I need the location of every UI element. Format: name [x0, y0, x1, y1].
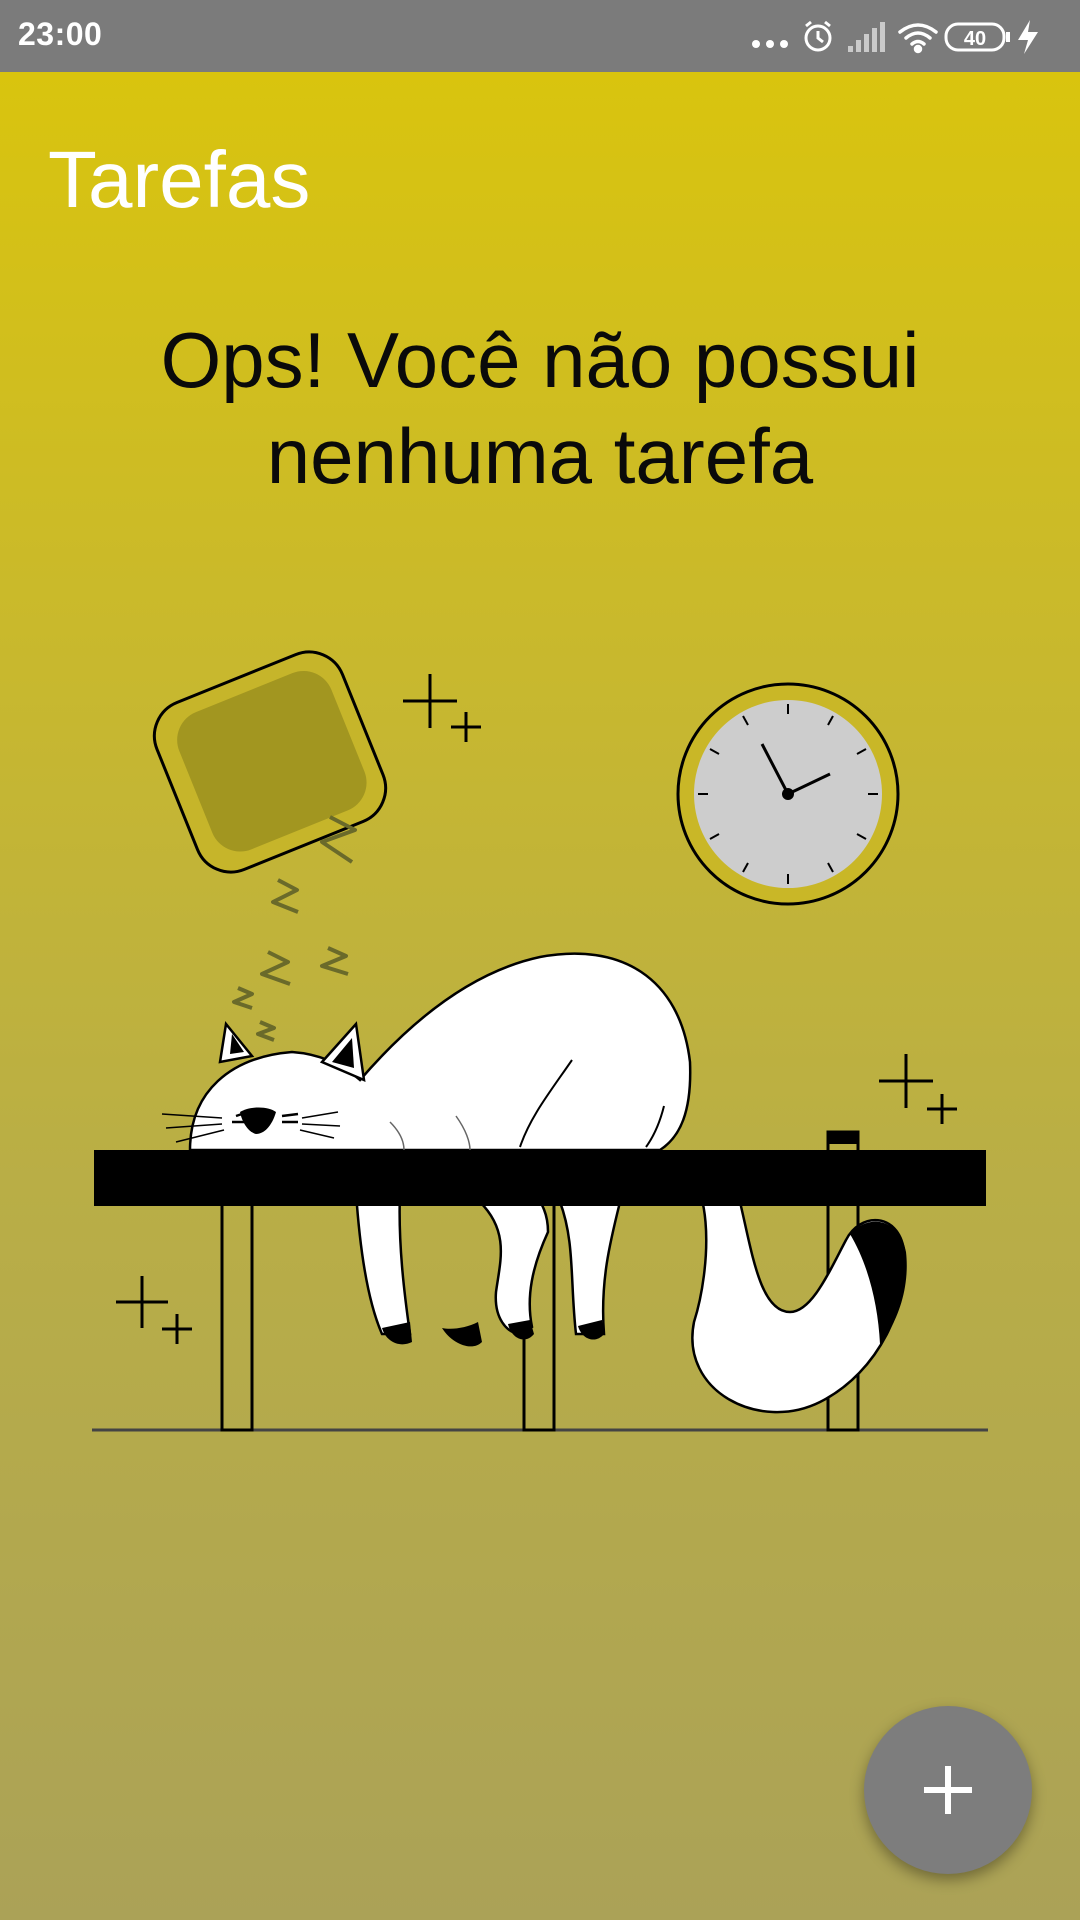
- plus-icon: [924, 1766, 972, 1814]
- clock-icon: [676, 682, 900, 906]
- charging-icon: [1018, 20, 1038, 54]
- sleeping-cat-illustration: [92, 650, 988, 1432]
- status-bar: 23:00 40: [0, 0, 1080, 72]
- cat-paws: [382, 1320, 604, 1347]
- svg-text:40: 40: [964, 28, 986, 50]
- empty-state-line-1: Ops! Você não possui: [160, 316, 920, 404]
- more-dots-icon: [752, 40, 788, 48]
- wifi-icon: [898, 23, 938, 54]
- add-task-button[interactable]: [864, 1706, 1032, 1874]
- signal-icon: [848, 22, 885, 52]
- empty-state-message: Ops! Você não possui nenhuma tarefa: [80, 312, 1000, 504]
- main-screen: Tarefas Ops! Você não possui nenhuma tar…: [0, 72, 1080, 1920]
- cat-body: [161, 952, 692, 1152]
- pillow-icon: [152, 650, 388, 874]
- alarm-icon: [804, 20, 832, 52]
- status-time: 23:00: [18, 16, 103, 52]
- empty-state-line-2: nenhuma tarefa: [266, 412, 814, 500]
- table-top: [94, 1150, 986, 1206]
- status-icons: 40: [752, 20, 1038, 54]
- page-title: Tarefas: [48, 135, 311, 224]
- battery-icon: 40: [944, 22, 1010, 52]
- cat-legs: [354, 1190, 622, 1336]
